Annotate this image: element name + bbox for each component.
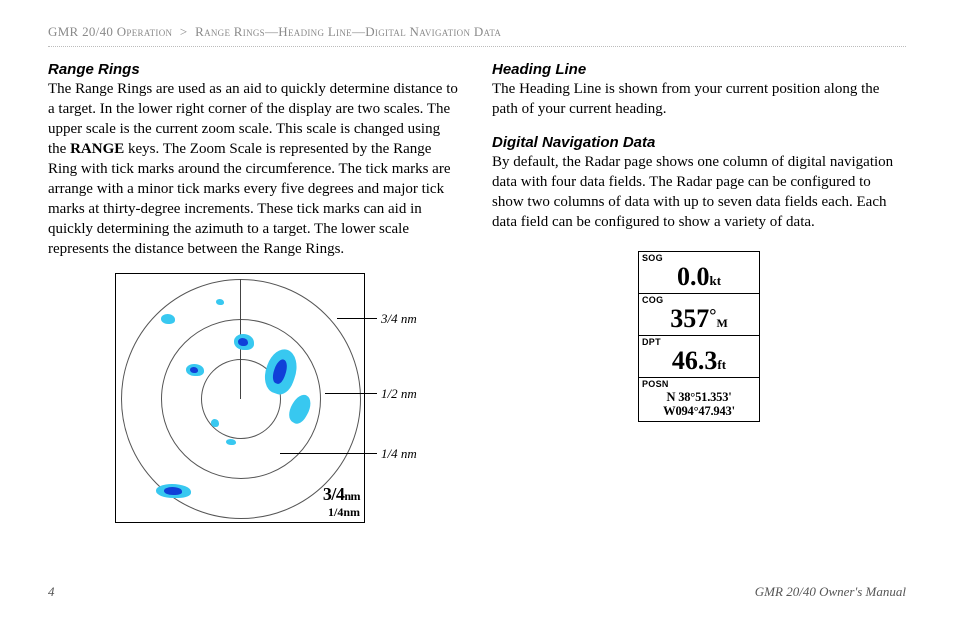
radar-echo (238, 338, 248, 346)
callout-outer: 3/4 nm (381, 311, 417, 327)
range-rings-body-b: keys. The Zoom Scale is represented by t… (48, 141, 451, 257)
radar-echo (190, 367, 198, 373)
doc-title: GMR 20/40 Owner's Manual (755, 584, 906, 600)
callout-line (337, 318, 377, 319)
range-rings-body: The Range Rings are used as an aid to qu… (48, 80, 462, 259)
nav-value-dpt: 46.3ft (642, 347, 756, 375)
callout-middle: 1/2 nm (381, 386, 417, 402)
heading-line-heading: Heading Line (492, 61, 906, 78)
ring-scale: 1/4nm (323, 505, 360, 520)
sog-value: 0.0 (677, 262, 710, 291)
right-column: Heading Line The Heading Line is shown f… (492, 57, 906, 533)
breadcrumb-section: GMR 20/40 Operation (48, 24, 172, 39)
breadcrumb-separator: > (176, 24, 192, 39)
radar-echo (161, 314, 175, 324)
manual-page: GMR 20/40 Operation > Range Rings—Headin… (0, 0, 954, 618)
breadcrumb: GMR 20/40 Operation > Range Rings—Headin… (48, 24, 906, 44)
radar-scale-readout: 3/4nm 1/4nm (323, 484, 360, 520)
page-footer: 4 GMR 20/40 Owner's Manual (48, 584, 906, 600)
digital-nav-body: By default, the Radar page shows one col… (492, 153, 906, 233)
nav-field-sog: SOG 0.0kt (639, 252, 759, 294)
nav-field-dpt: DPT 46.3ft (639, 336, 759, 378)
dpt-value: 46.3 (672, 346, 718, 375)
range-keyword: RANGE (70, 141, 124, 157)
cog-value: 357 (670, 304, 709, 333)
page-number: 4 (48, 584, 55, 600)
nav-value-sog: 0.0kt (642, 263, 756, 291)
nav-field-posn: POSN N 38°51.353' W094°47.943' (639, 378, 759, 422)
left-column: Range Rings The Range Rings are used as … (48, 57, 462, 533)
posn-lon: W094°47.943' (642, 404, 756, 418)
dpt-unit: ft (717, 357, 726, 372)
ring-scale-unit: nm (343, 505, 360, 519)
nav-label-posn: POSN (642, 379, 756, 389)
digital-nav-panel: SOG 0.0kt COG 357°M DPT 46.3ft (638, 251, 760, 423)
callout-line (280, 453, 377, 454)
ring-scale-value: 1/4 (328, 505, 343, 519)
zoom-scale-unit: nm (344, 489, 360, 503)
callout-inner: 1/4 nm (381, 446, 417, 462)
sog-unit: kt (709, 273, 721, 288)
nav-field-cog: COG 357°M (639, 294, 759, 336)
radar-display: 3/4nm 1/4nm (115, 273, 365, 523)
zoom-scale: 3/4nm (323, 484, 360, 505)
header-rule (48, 46, 906, 47)
zoom-scale-value: 3/4 (323, 484, 345, 504)
radar-echo (226, 439, 236, 445)
digital-nav-heading: Digital Navigation Data (492, 134, 906, 151)
content-columns: Range Rings The Range Rings are used as … (48, 57, 906, 533)
radar-echo (211, 419, 219, 427)
breadcrumb-topic: Range Rings—Heading Line—Digital Navigat… (195, 24, 501, 39)
radar-echo (216, 299, 224, 305)
nav-value-posn: N 38°51.353' W094°47.943' (642, 389, 756, 420)
callout-line (325, 393, 377, 394)
heading-line-body: The Heading Line is shown from your curr… (492, 80, 906, 120)
nav-value-cog: 357°M (642, 305, 756, 333)
range-rings-heading: Range Rings (48, 61, 462, 78)
posn-lat: N 38°51.353' (642, 390, 756, 404)
radar-figure: 3/4nm 1/4nm 3/4 nm 1/2 nm 1/4 nm (75, 273, 435, 533)
cog-ref: M (716, 316, 727, 330)
